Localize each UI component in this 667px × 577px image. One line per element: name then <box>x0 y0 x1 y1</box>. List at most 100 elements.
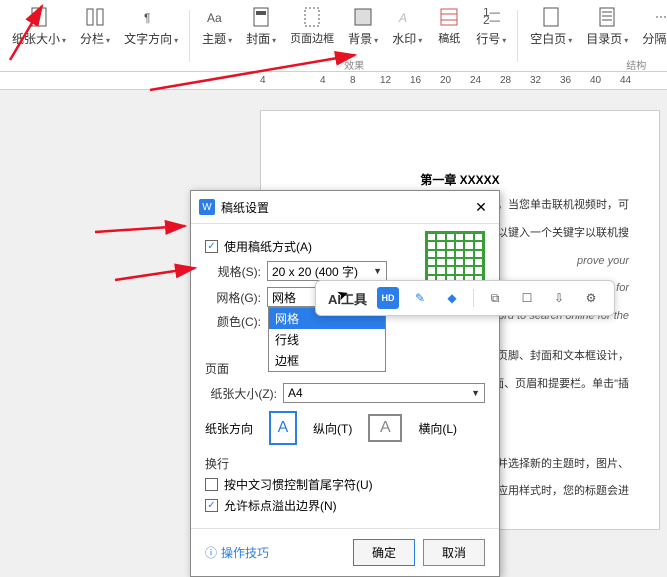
crop-icon[interactable]: ☐ <box>516 287 538 309</box>
tips-link[interactable]: ⓘ 操作技巧 <box>205 544 269 561</box>
ruler-tick: 8 <box>350 75 380 86</box>
eraser-icon[interactable]: ◆ <box>441 287 463 309</box>
use-writing-paper-label: 使用稿纸方式(A) <box>224 238 312 255</box>
ruler-tick: 44 <box>620 75 650 86</box>
theme-label: 主题 <box>202 32 226 46</box>
paper-size-label: 纸张大小(Z): <box>205 385 277 402</box>
chevron-down-icon: ▼ <box>471 388 480 398</box>
line-number-button[interactable]: 1—2— 行号▾ <box>470 4 512 49</box>
ruler-tick: 16 <box>410 75 440 86</box>
columns-button[interactable]: 分栏▾ <box>74 4 116 49</box>
orientation-label: 纸张方向 <box>205 420 253 437</box>
grid-dropdown: 网格 行线 边框 <box>268 307 386 372</box>
writing-paper-label: 稿纸 <box>438 30 460 46</box>
chevron-down-icon: ▾ <box>62 36 66 45</box>
tips-label: 操作技巧 <box>221 544 269 561</box>
wrap-section-title: 换行 <box>205 455 485 472</box>
toc-button[interactable]: 目录页▾ <box>580 4 634 49</box>
spec-select[interactable]: 20 x 20 (400 字) ▼ <box>267 261 387 281</box>
landscape-button[interactable]: A <box>368 414 402 442</box>
watermark-label: 水印 <box>392 32 416 46</box>
cjk-punct-checkbox[interactable] <box>205 478 218 491</box>
ruler-tick: 24 <box>470 75 500 86</box>
allow-overflow-checkbox[interactable] <box>205 499 218 512</box>
portrait-button[interactable]: A <box>269 411 297 445</box>
highlighter-icon[interactable]: ✎ <box>409 287 431 309</box>
landscape-label: 横向(L) <box>418 420 457 437</box>
text-direction-button[interactable]: ¶ 文字方向▾ <box>118 4 184 49</box>
use-writing-paper-checkbox[interactable] <box>205 240 218 253</box>
line-number-label: 行号 <box>476 32 500 46</box>
svg-text:A: A <box>398 11 407 25</box>
writing-paper-icon <box>438 6 460 28</box>
ribbon: 纸张大小▾ 分栏▾ ¶ 文字方向▾ Aa 主题▾ 封面▾ 页面 <box>0 0 667 72</box>
background-button[interactable]: 背景▾ <box>342 4 384 49</box>
watermark-icon: A <box>396 6 418 28</box>
chevron-down-icon: ▾ <box>228 36 232 45</box>
separator-button[interactable]: 分隔符▾ <box>636 4 667 49</box>
settings-icon[interactable]: ⚙ <box>580 287 602 309</box>
chapter-title: 第一章 XXXXX <box>291 171 629 188</box>
background-label: 背景 <box>348 32 372 46</box>
ruler-tick: 36 <box>560 75 590 86</box>
ruler-tick: 40 <box>590 75 620 86</box>
dialog-title-text: 稿纸设置 <box>221 199 269 216</box>
chevron-down-icon: ▾ <box>568 36 572 45</box>
background-icon <box>352 6 374 28</box>
chevron-down-icon: ▾ <box>418 36 422 45</box>
chevron-down-icon: ▾ <box>174 36 178 45</box>
paper-size-value: A4 <box>288 386 303 400</box>
spec-label: 规格(S): <box>205 263 261 280</box>
page-border-button[interactable]: 页面边框 <box>284 4 340 49</box>
hd-icon[interactable]: HD <box>377 287 399 309</box>
ruler-tick: 20 <box>440 75 470 86</box>
grid-option-lines[interactable]: 行线 <box>269 329 385 350</box>
app-icon: W <box>199 199 215 215</box>
ruler-tick: 28 <box>500 75 530 86</box>
chevron-down-icon: ▾ <box>502 36 506 45</box>
info-icon: ⓘ <box>205 544 217 561</box>
download-icon[interactable]: ⇩ <box>548 287 570 309</box>
writing-paper-button[interactable]: 稿纸 <box>430 4 468 49</box>
paper-size-icon <box>28 6 50 28</box>
theme-button[interactable]: Aa 主题▾ <box>196 4 238 49</box>
ruler: 4 4 8 12 16 20 24 28 32 36 40 44 <box>0 72 667 90</box>
effect-caption: 效果 <box>344 57 364 72</box>
watermark-button[interactable]: A 水印▾ <box>386 4 428 49</box>
svg-text:2—: 2— <box>483 13 500 26</box>
cover-button[interactable]: 封面▾ <box>240 4 282 49</box>
allow-overflow-label: 允许标点溢出边界(N) <box>224 497 337 514</box>
cjk-punct-label: 按中文习惯控制首尾字符(U) <box>224 476 373 493</box>
chevron-down-icon: ▾ <box>106 36 110 45</box>
text-direction-icon: ¶ <box>140 6 162 28</box>
cover-label: 封面 <box>246 32 270 46</box>
columns-icon <box>84 6 106 28</box>
paper-size-button[interactable]: 纸张大小▾ <box>6 4 72 49</box>
separator-label: 分隔符 <box>642 32 667 46</box>
screenshot-icon[interactable]: ⧉ <box>484 287 506 309</box>
structure-caption: 结构 <box>626 57 646 72</box>
ruler-tick: 32 <box>530 75 560 86</box>
dialog-titlebar[interactable]: W 稿纸设置 ✕ <box>191 191 499 224</box>
toc-label: 目录页 <box>586 32 622 46</box>
color-label: 颜色(C): <box>205 313 261 330</box>
floating-toolbar: AI工具 HD ✎ ◆ ⧉ ☐ ⇩ ⚙ <box>315 280 615 316</box>
close-button[interactable]: ✕ <box>471 197 491 217</box>
grid-value: 网格 <box>272 289 296 306</box>
columns-label: 分栏 <box>80 32 104 46</box>
blank-page-button[interactable]: 空白页▾ <box>524 4 578 49</box>
grid-option-border[interactable]: 边框 <box>269 350 385 371</box>
svg-text:¶: ¶ <box>144 11 150 25</box>
theme-icon: Aa <box>206 6 228 28</box>
blank-page-label: 空白页 <box>530 32 566 46</box>
ok-button[interactable]: 确定 <box>353 539 415 566</box>
toc-icon <box>596 6 618 28</box>
cancel-button[interactable]: 取消 <box>423 539 485 566</box>
chevron-down-icon: ▼ <box>373 266 382 276</box>
ruler-tick: 12 <box>380 75 410 86</box>
paper-size-select[interactable]: A4 ▼ <box>283 383 485 403</box>
chevron-down-icon: ▾ <box>374 36 378 45</box>
svg-text:Aa: Aa <box>207 11 222 25</box>
chevron-down-icon: ▾ <box>624 36 628 45</box>
page-border-label: 页面边框 <box>290 30 334 46</box>
